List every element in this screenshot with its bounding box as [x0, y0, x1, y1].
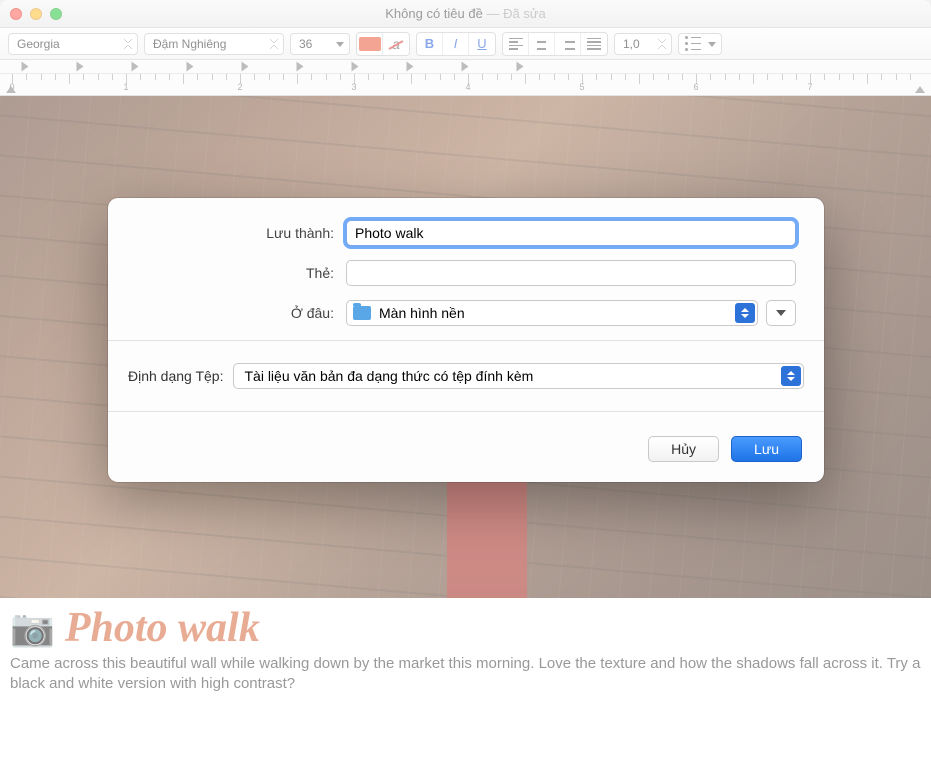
app-window: Không có tiêu đề — Đã sửa Georgia Đậm Ng… — [0, 0, 931, 758]
where-label: Ở đâu: — [136, 305, 346, 321]
where-value: Màn hình nền — [379, 305, 465, 321]
file-format-label: Định dạng Tệp: — [128, 368, 223, 384]
cancel-label: Hủy — [671, 441, 696, 457]
dialog-separator — [108, 411, 824, 412]
file-format-value: Tài liệu văn bản đa dạng thức có tệp đín… — [244, 368, 533, 384]
dialog-separator — [108, 340, 824, 341]
file-format-select[interactable]: Tài liệu văn bản đa dạng thức có tệp đín… — [233, 363, 804, 389]
tags-label: Thẻ: — [136, 265, 346, 281]
save-label: Lưu — [754, 441, 779, 457]
where-select[interactable]: Màn hình nền — [346, 300, 758, 326]
expand-save-dialog-button[interactable] — [766, 300, 796, 326]
save-as-label: Lưu thành: — [136, 225, 346, 241]
save-as-input[interactable] — [346, 220, 796, 246]
save-button[interactable]: Lưu — [731, 436, 802, 462]
select-stepper-icon — [781, 366, 801, 386]
select-stepper-icon — [735, 303, 755, 323]
save-dialog: Lưu thành: Thẻ: Ở đâu: Màn hình nền — [108, 198, 824, 482]
folder-icon — [353, 306, 371, 320]
chevron-down-icon — [776, 310, 786, 316]
tags-input[interactable] — [346, 260, 796, 286]
cancel-button[interactable]: Hủy — [648, 436, 719, 462]
